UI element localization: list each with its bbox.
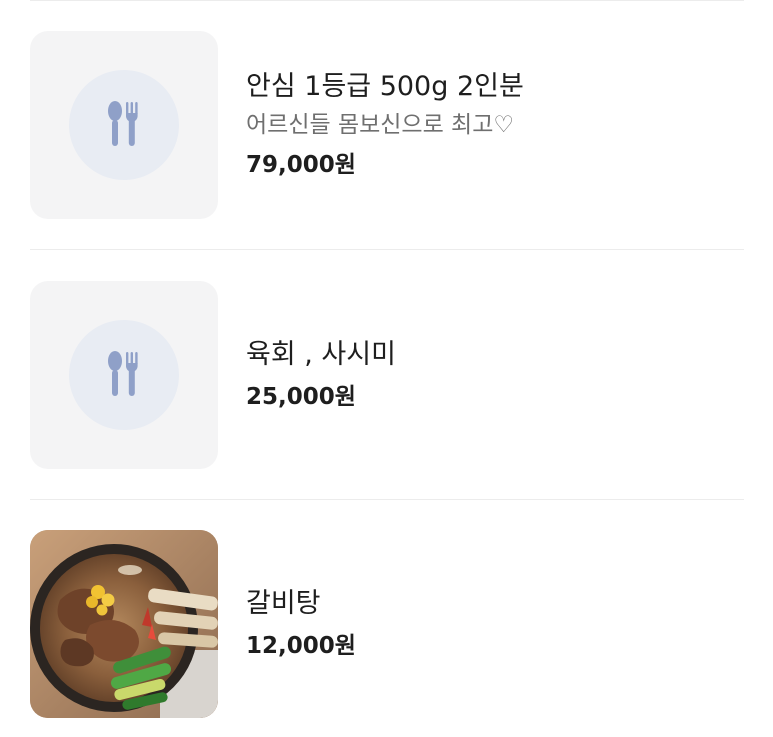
menu-item-name: 안심 1등급 500g 2인분 [246,71,524,102]
menu-item-info: 육회 , 사시미 25,000원 [246,281,736,469]
menu-item-description: 어르신들 몸보신으로 최고♡ [246,112,515,138]
menu-item-name: 갈비탕 [246,588,321,619]
placeholder-circle [69,70,179,180]
menu-item-info: 안심 1등급 500g 2인분 어르신들 몸보신으로 최고♡ 79,000원 [246,31,736,219]
menu-item-info: 갈비탕 12,000원 [246,530,736,718]
menu-item-2[interactable]: 육회 , 사시미 25,000원 [30,281,744,469]
galbitang-photo [30,530,218,718]
menu-item-1[interactable]: 안심 1등급 500g 2인분 어르신들 몸보신으로 최고♡ 79,000원 [30,31,744,219]
menu-item-price: 79,000원 [246,152,356,178]
menu-item-price: 25,000원 [246,384,356,410]
top-divider [30,0,744,1]
item-divider [30,249,744,250]
galbitang-image [30,530,218,718]
menu-item-price: 12,000원 [246,633,356,659]
menu-item-thumbnail [30,281,218,469]
item-divider [30,499,744,500]
menu-item-3[interactable]: 갈비탕 12,000원 [30,530,744,718]
utensils-icon [108,351,138,396]
menu-item-thumbnail [30,31,218,219]
menu-item-name: 육회 , 사시미 [246,339,396,370]
placeholder-circle [69,320,179,430]
utensils-icon [108,101,138,146]
